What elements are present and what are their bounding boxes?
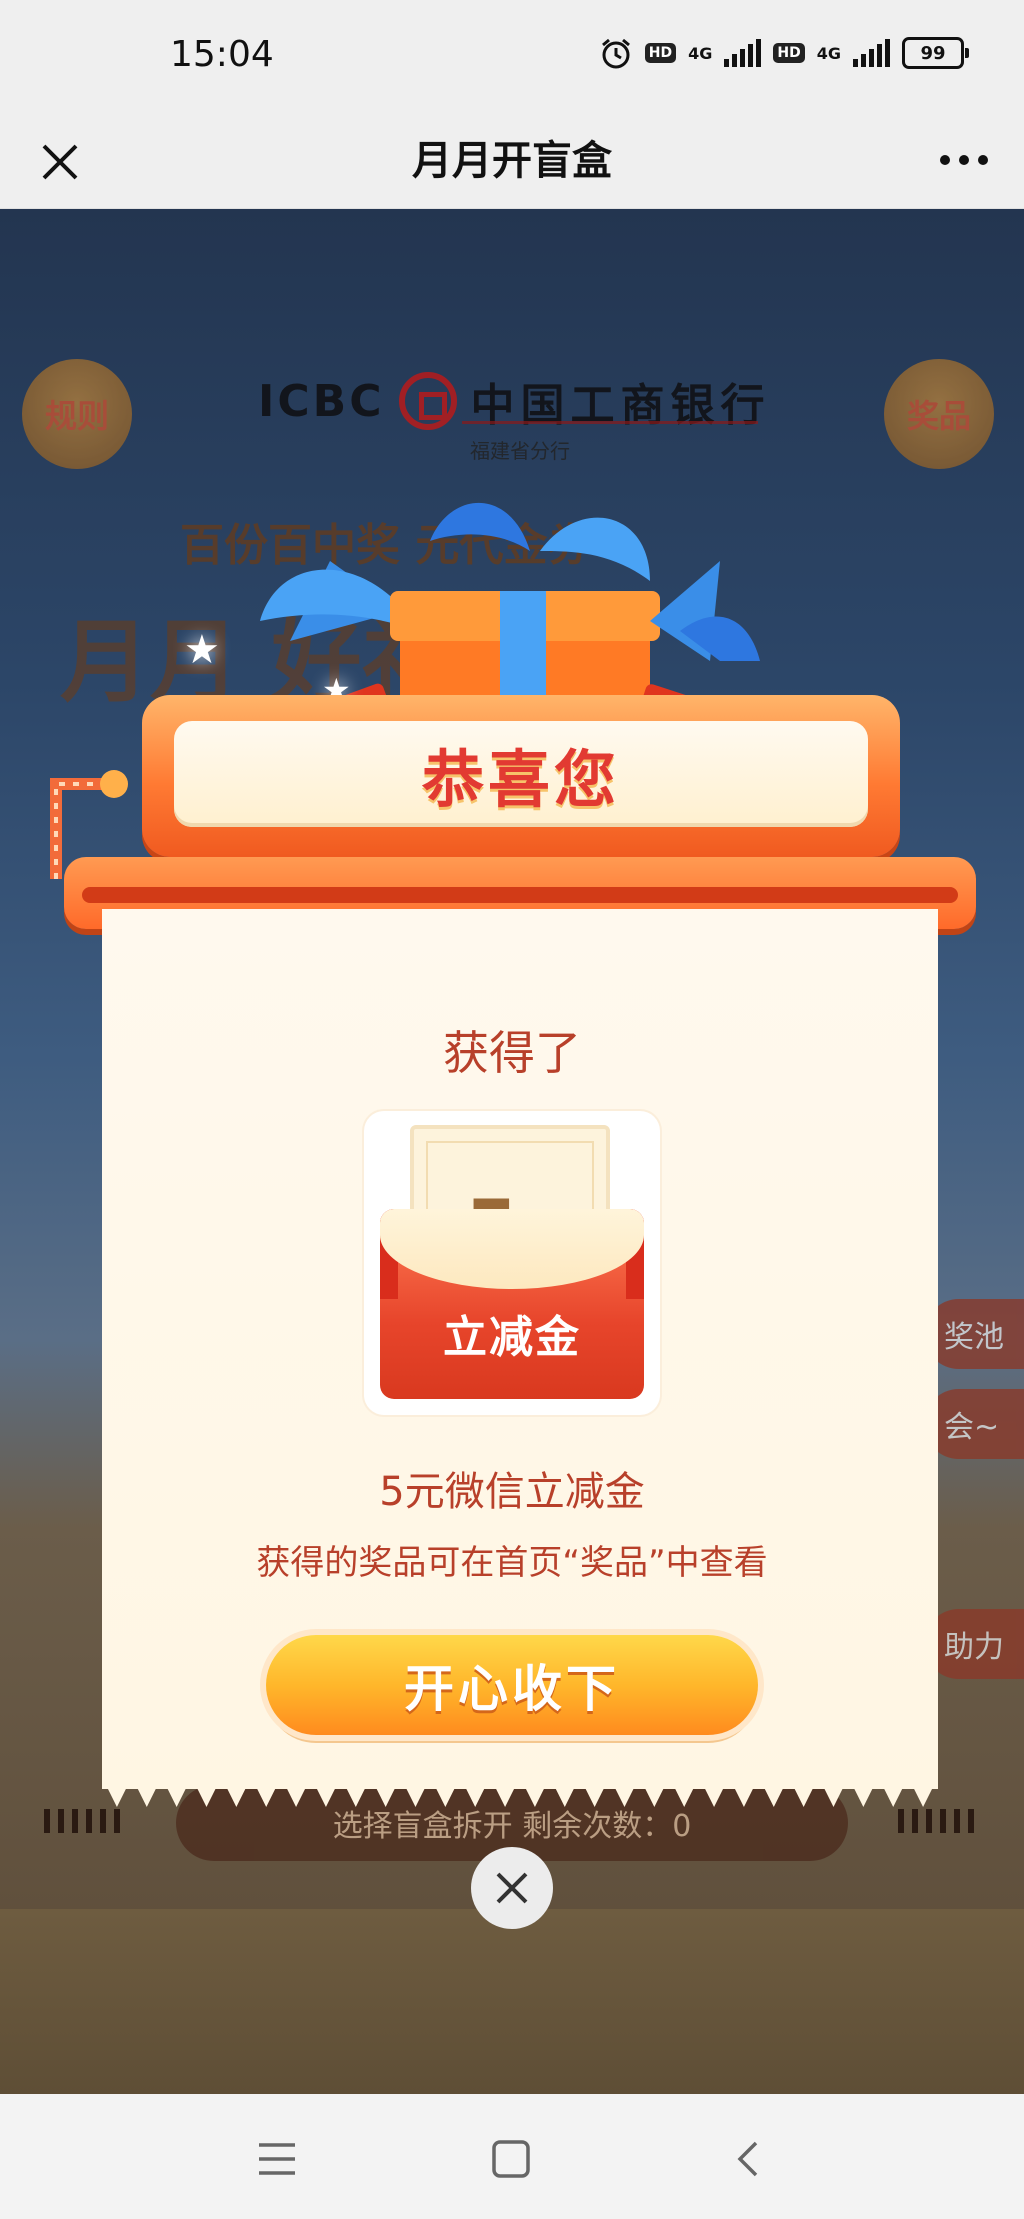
prize-name: 5元微信立减金 (379, 1469, 645, 1515)
status-bar: 15:04 HD 4G HD 4G 99 (0, 0, 1024, 112)
envelope-lip (380, 1209, 644, 1289)
menu-icon[interactable] (254, 2138, 300, 2180)
won-label: 获得了 (443, 1026, 581, 1080)
side-tab[interactable]: 会~ (924, 1389, 1024, 1459)
close-modal-button[interactable] (471, 1847, 553, 1929)
hd-badge: HD (773, 43, 805, 63)
bank-logo-en: ICBC (258, 375, 385, 427)
hd-badge: HD (644, 43, 677, 63)
system-nav-bar (0, 2094, 1024, 2219)
signal-icon (853, 39, 890, 67)
sparkle-icon: ★ (184, 627, 220, 673)
home-icon[interactable] (488, 2138, 534, 2180)
status-time: 15:04 (170, 34, 274, 75)
back-icon[interactable] (724, 2138, 770, 2180)
battery-icon: 99 (902, 37, 969, 69)
more-icon[interactable] (934, 140, 994, 180)
paper-zigzag-edge (102, 1777, 938, 1807)
nav-bar: 月月开盲盒 (0, 112, 1024, 209)
signal-icon (724, 39, 762, 67)
accept-button[interactable]: 开心收下 (266, 1635, 758, 1735)
dispenser-slot (82, 887, 958, 903)
prize-pool-tab[interactable]: 奖池 (924, 1299, 1024, 1369)
red-envelope: 立减金 (380, 1209, 644, 1399)
network-label: 4G (688, 43, 713, 63)
prizes-button[interactable]: 奖品 (884, 359, 994, 469)
icbc-logo-icon (398, 372, 457, 430)
bank-branch: 福建省分行 (470, 439, 570, 463)
congrats-header-inner: 恭喜您 (174, 721, 868, 827)
congrats-title: 恭喜您 (421, 743, 620, 816)
coupon-type: 立减金 (443, 1312, 581, 1363)
status-icons: HD 4G HD 4G 99 (599, 36, 969, 70)
alarm-icon (601, 38, 630, 69)
prize-card: 5元 立减金 (364, 1111, 660, 1415)
main-scene: 规则 奖品 ICBC 中国工商银行 福建省分行 百份百中奖 元代金券 月月 好礼… (0, 209, 1024, 2094)
congrats-header: 恭喜您 (142, 695, 900, 857)
bank-underline (462, 421, 758, 424)
background-floor (0, 1909, 1024, 2094)
network-label: 4G (816, 43, 841, 63)
boost-tab[interactable]: 助力 (924, 1609, 1024, 1679)
page-title: 月月开盲盒 (412, 138, 612, 184)
close-icon (496, 1872, 528, 1904)
rules-button[interactable]: 规则 (22, 359, 132, 469)
prize-tip: 获得的奖品可在首页“奖品”中查看 (256, 1543, 768, 1583)
